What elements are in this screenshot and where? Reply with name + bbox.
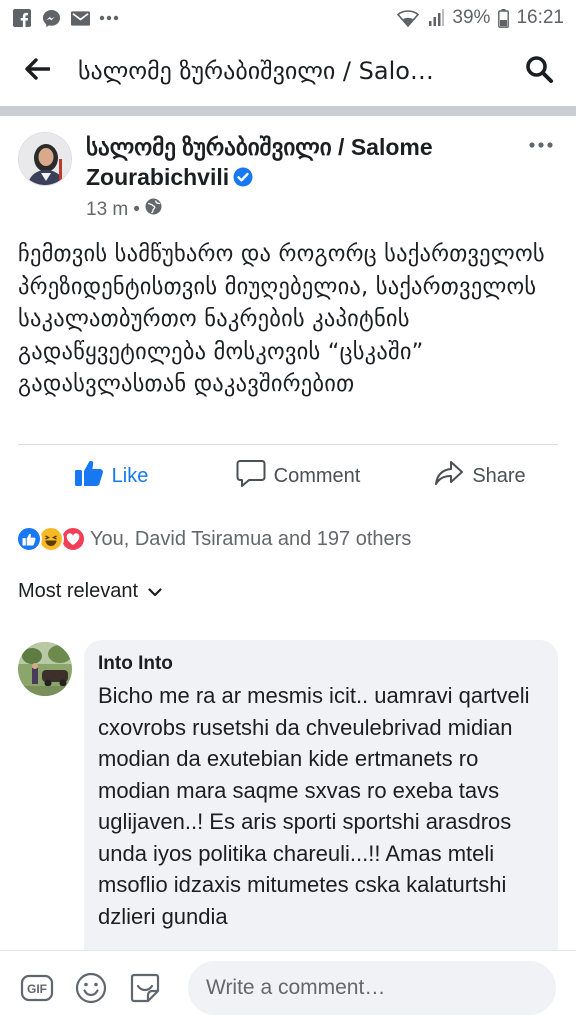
sticker-icon <box>130 973 160 1002</box>
wifi-icon <box>396 8 420 28</box>
like-label: Like <box>111 464 149 487</box>
post-meta: 13 m • <box>86 198 162 221</box>
signal-icon <box>426 8 446 28</box>
post-divider <box>18 444 558 445</box>
share-label: Share <box>472 464 526 487</box>
more-dots-icon <box>529 142 553 148</box>
status-bar: 39% 16:21 <box>0 0 576 36</box>
author-avatar[interactable] <box>18 132 72 186</box>
post-body: ჩემთვის სამწუხარო და როგორც საქართველოს … <box>18 241 545 397</box>
like-reaction-icon <box>16 526 42 552</box>
chevron-down-icon <box>148 580 162 603</box>
emoji-button[interactable] <box>70 967 112 1009</box>
reactions-summary[interactable]: You, David Tsiramua and 197 others <box>16 522 411 556</box>
app-header: სალომე ზურაბიშვილი / Salo… <box>0 36 576 106</box>
meta-separator: • <box>133 198 140 220</box>
header-divider <box>0 106 576 116</box>
notification-icons <box>12 8 119 28</box>
reactions-text: You, David Tsiramua and 197 others <box>90 527 412 550</box>
gif-icon: GIF <box>20 974 54 1001</box>
reaction-icons <box>16 526 88 552</box>
comment-input-placeholder: Write a comment… <box>206 975 386 999</box>
sticker-button[interactable] <box>124 967 166 1009</box>
like-button[interactable]: Like <box>0 446 192 506</box>
system-status: 39% 16:21 <box>396 7 564 29</box>
page-title: სალომე ზურაბიშვილი / Salo… <box>78 57 434 85</box>
share-arrow-icon <box>434 460 464 492</box>
clock: 16:21 <box>516 7 564 28</box>
facebook-icon <box>12 8 32 28</box>
comment-text: Bicho me ra ar mesmis icit.. uamravi qar… <box>98 683 530 929</box>
comment-composer: GIF Write a comment… <box>0 950 576 1024</box>
back-arrow-icon <box>24 58 51 84</box>
post: სალომე ზურაბიშვილი / Salome Zourabichvil… <box>0 116 576 397</box>
globe-icon <box>145 198 162 221</box>
post-actions: Like Comment Share <box>0 446 576 506</box>
gif-button[interactable]: GIF <box>16 967 58 1009</box>
share-button[interactable]: Share <box>384 446 576 506</box>
commenter-avatar[interactable] <box>18 642 72 696</box>
battery-percent: 39% <box>452 7 491 28</box>
search-icon <box>525 55 553 87</box>
comment-sort-dropdown[interactable]: Most relevant <box>18 580 162 603</box>
search-button[interactable] <box>516 48 562 94</box>
comment-bubble-icon <box>236 459 266 493</box>
post-time[interactable]: 13 m <box>86 199 128 221</box>
battery-icon <box>496 8 510 28</box>
post-header: სალომე ზურაბიშვილი / Salome Zourabichvil… <box>0 116 576 234</box>
comment-button[interactable]: Comment <box>192 446 384 506</box>
comment-author[interactable]: Into Into <box>98 652 544 676</box>
comment-bubble[interactable]: Into Into Bicho me ra ar mesmis icit.. u… <box>84 640 558 970</box>
thumbs-up-icon <box>74 459 104 493</box>
sort-label: Most relevant <box>18 580 139 602</box>
more-dots-icon <box>99 8 119 28</box>
verified-badge-icon <box>233 164 253 194</box>
gif-label: GIF <box>27 982 47 996</box>
post-author-name[interactable]: სალომე ზურაბიშვილი / Salome Zourabichvil… <box>86 134 433 190</box>
post-more-button[interactable] <box>526 134 556 156</box>
comment-input[interactable]: Write a comment… <box>188 960 556 1015</box>
messenger-icon <box>41 8 61 28</box>
post-author[interactable]: სალომე ზურაბიშვილი / Salome Zourabichvil… <box>86 132 516 194</box>
gmail-icon <box>70 8 90 28</box>
back-button[interactable] <box>14 48 60 94</box>
comment-label: Comment <box>273 464 361 487</box>
smiley-icon <box>75 972 107 1003</box>
